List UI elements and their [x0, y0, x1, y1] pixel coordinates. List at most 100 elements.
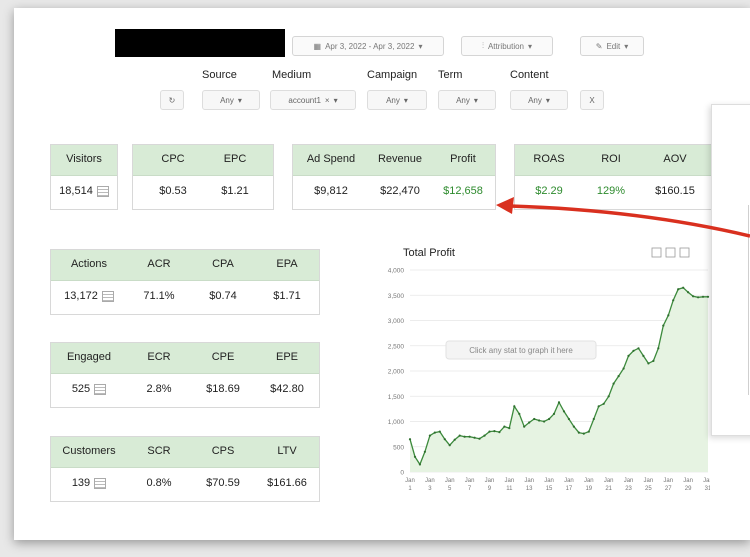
chart-view-icons[interactable] — [651, 247, 690, 258]
data-point — [612, 382, 615, 385]
engaged-value: 525 — [71, 383, 91, 395]
profit-value: $12,658 — [443, 185, 483, 197]
customers-value: 139 — [71, 477, 91, 489]
data-point — [592, 417, 595, 421]
data-point — [448, 444, 451, 447]
list-icon[interactable] — [94, 383, 107, 395]
data-point — [528, 421, 531, 424]
epe-label: EPE — [275, 351, 298, 363]
filter-label-content: Content — [510, 69, 549, 81]
x-tick-label: 9 — [488, 486, 492, 492]
roas-roi-aov-card[interactable]: ROAS ROI AOV $2.29 129% $160.15 — [514, 144, 714, 210]
ltv-label: LTV — [277, 445, 297, 457]
epc-value: $1.21 — [221, 185, 249, 197]
x-tick-label: 19 — [585, 486, 592, 492]
engaged-label: Engaged — [66, 351, 112, 363]
epe-value: $42.80 — [270, 383, 304, 395]
actions-card[interactable]: Actions ACR CPA EPA 13,172 71.1% $0.74 $… — [50, 249, 320, 315]
ad-spend-label: Ad Spend — [306, 153, 356, 165]
engaged-card[interactable]: Engaged ECR CPE EPE 525 2.8% $18.69 $42.… — [50, 342, 320, 408]
y-axis-ticks: 4,000 3,500 3,000 2,500 2,000 1,500 1,000 500 0 — [388, 268, 405, 477]
customers-card[interactable]: Customers SCR CPS LTV 139 0.8% $70.59 $1… — [50, 436, 320, 502]
cps-value: $70.59 — [206, 477, 240, 489]
ecr-label: ECR — [147, 351, 171, 363]
data-point — [632, 349, 635, 352]
data-point — [701, 295, 705, 298]
attribution-button[interactable]: ⫶ Attribution ▾ — [461, 36, 553, 56]
chevron-down-icon: ▾ — [237, 95, 242, 105]
bar-chart-icon: ⫶ — [481, 41, 484, 50]
table-view-icon[interactable] — [651, 247, 662, 258]
total-profit-chart[interactable]: Total Profit 4,000 3,500 3,000 2,500 2,000 1,… — [370, 240, 710, 518]
y-tick-label: 0 — [400, 470, 404, 477]
data-point — [523, 425, 526, 428]
chart-title: Total Profit — [403, 247, 455, 259]
y-tick-label: 1,500 — [388, 394, 405, 401]
data-point — [602, 402, 605, 405]
data-point — [543, 420, 546, 423]
calendar-icon: ▦ — [313, 41, 322, 51]
chevron-down-icon: ▾ — [333, 95, 338, 105]
filter-label-medium: Medium — [272, 69, 312, 81]
chevron-down-icon: ▾ — [403, 95, 408, 105]
campaign-select[interactable]: Any ▾ — [367, 90, 427, 110]
data-point — [647, 362, 650, 365]
data-point — [453, 438, 456, 441]
y-tick-label: 1,000 — [388, 419, 405, 426]
x-tick-label: 13 — [526, 486, 533, 492]
data-point — [513, 405, 516, 408]
x-tick-label: 15 — [546, 486, 553, 492]
roas-value: $2.29 — [535, 185, 563, 197]
aov-value: $160.15 — [655, 185, 695, 197]
refresh-button[interactable]: ↻ — [160, 90, 184, 110]
data-point — [667, 314, 670, 317]
data-point — [567, 417, 570, 421]
data-point — [533, 417, 536, 421]
data-point — [548, 417, 551, 421]
calendar-view-icon[interactable] — [679, 247, 690, 258]
customers-label: Customers — [62, 445, 116, 457]
x-tick-label: 7 — [468, 486, 472, 492]
cpc-epc-card[interactable]: CPC EPC $0.53 $1.21 — [132, 144, 274, 210]
date-range-picker[interactable]: ▦ Apr 3, 2022 - Apr 3, 2022 ▾ — [292, 36, 444, 56]
profit-label: Profit — [450, 153, 476, 165]
data-point — [552, 412, 556, 415]
visitors-card[interactable]: Visitors 18,514 — [50, 144, 118, 210]
data-point — [582, 432, 585, 435]
ad-spend-value: $9,812 — [314, 185, 348, 197]
x-tick-label: Jan — [644, 478, 654, 484]
data-point — [463, 435, 466, 438]
data-point — [687, 291, 690, 294]
list-icon[interactable] — [101, 290, 114, 302]
clear-filters-button[interactable]: X — [580, 90, 604, 110]
list-view-icon[interactable] — [665, 247, 676, 258]
term-select[interactable]: Any ▾ — [438, 90, 496, 110]
data-point — [652, 359, 655, 362]
source-select[interactable]: Any ▾ — [202, 90, 260, 110]
ltv-value: $161.66 — [267, 477, 307, 489]
cpa-value: $0.74 — [209, 290, 237, 302]
data-point — [483, 434, 486, 437]
data-point — [706, 295, 710, 298]
medium-select[interactable]: account1 × ▾ — [270, 90, 356, 110]
epa-label: EPA — [276, 258, 298, 270]
roi-label: ROI — [601, 153, 621, 165]
content-select[interactable]: Any ▾ — [510, 90, 568, 110]
data-point — [538, 419, 541, 422]
data-point — [458, 434, 461, 437]
list-icon[interactable] — [96, 185, 109, 197]
list-icon[interactable] — [94, 477, 107, 489]
spend-revenue-profit-card[interactable]: Ad Spend Revenue Profit $9,812 $22,470 $… — [292, 144, 496, 210]
data-point — [637, 347, 640, 350]
data-point — [413, 455, 417, 458]
remove-icon[interactable]: × — [325, 96, 330, 105]
chevron-down-icon: ▾ — [528, 41, 533, 51]
aov-label: AOV — [663, 153, 687, 165]
edit-button[interactable]: ✎ Edit ▾ — [580, 36, 644, 56]
y-tick-label: 3,000 — [388, 318, 405, 325]
data-point — [657, 347, 660, 350]
cpc-value: $0.53 — [159, 185, 187, 197]
x-tick-label: 11 — [506, 486, 513, 492]
acr-label: ACR — [147, 258, 171, 270]
pencil-icon: ✎ — [595, 41, 603, 51]
